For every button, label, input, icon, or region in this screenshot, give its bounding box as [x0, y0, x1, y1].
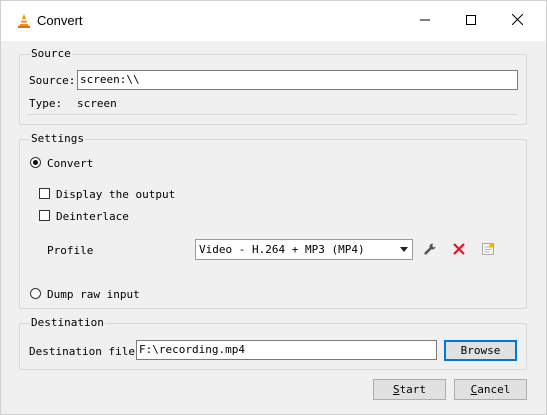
- source-group-title: Source: [30, 47, 72, 60]
- display-output-checkbox[interactable]: [39, 188, 50, 199]
- start-mnemonic: S: [392, 383, 400, 396]
- start-button-label: Start: [393, 383, 426, 396]
- settings-group-title: Settings: [30, 132, 85, 145]
- radio-selected-dot: [33, 160, 38, 165]
- title-bar: Convert: [1, 1, 546, 41]
- destination-group-title: Destination: [30, 316, 105, 329]
- cancel-button-label: Cancel: [471, 383, 511, 396]
- delete-profile-button[interactable]: [449, 240, 469, 260]
- convert-label[interactable]: Convert: [47, 157, 93, 170]
- start-button[interactable]: Start: [373, 379, 446, 400]
- maximize-icon: [466, 14, 476, 28]
- cancel-button[interactable]: Cancel: [454, 379, 527, 400]
- vlc-cone-icon: [16, 13, 32, 29]
- chevron-down-icon: [400, 247, 408, 252]
- deinterlace-label[interactable]: Deinterlace: [56, 210, 129, 223]
- profile-dropdown[interactable]: Video - H.264 + MP3 (MP4): [195, 239, 413, 260]
- convert-radio[interactable]: [30, 157, 41, 168]
- maximize-button[interactable]: [448, 1, 494, 41]
- display-output-label[interactable]: Display the output: [56, 188, 175, 201]
- convert-dialog: Convert Source Source: screen:\\ Type: s…: [0, 0, 547, 415]
- source-separator: [27, 114, 518, 115]
- window-title: Convert: [37, 13, 83, 28]
- dump-raw-label[interactable]: Dump raw input: [47, 288, 140, 301]
- delete-x-icon: [453, 242, 465, 258]
- close-button[interactable]: [494, 1, 540, 41]
- browse-button-label: Browse: [460, 344, 501, 357]
- new-profile-button[interactable]: [478, 240, 498, 260]
- type-label: Type:: [29, 97, 63, 110]
- new-profile-icon: [481, 242, 495, 259]
- source-label: Source:: [29, 74, 76, 87]
- cancel-rest: ancel: [477, 383, 511, 396]
- minimize-icon: [420, 15, 430, 28]
- destination-file-label: Destination file:: [29, 345, 142, 358]
- deinterlace-checkbox[interactable]: [39, 210, 50, 221]
- start-rest: tart: [399, 383, 427, 396]
- dump-raw-radio[interactable]: [30, 288, 41, 299]
- profile-label: Profile: [47, 244, 94, 257]
- close-icon: [511, 13, 523, 28]
- destination-file-input[interactable]: F:\recording.mp4: [136, 340, 437, 360]
- type-value: screen: [77, 97, 117, 110]
- minimize-button[interactable]: [402, 1, 448, 41]
- wrench-icon: [423, 242, 437, 259]
- source-input[interactable]: screen:\\: [77, 70, 518, 90]
- edit-profile-button[interactable]: [420, 240, 440, 260]
- profile-selected-value: Video - H.264 + MP3 (MP4): [199, 243, 365, 256]
- browse-button[interactable]: Browse: [444, 340, 517, 361]
- settings-group: Settings: [19, 132, 527, 309]
